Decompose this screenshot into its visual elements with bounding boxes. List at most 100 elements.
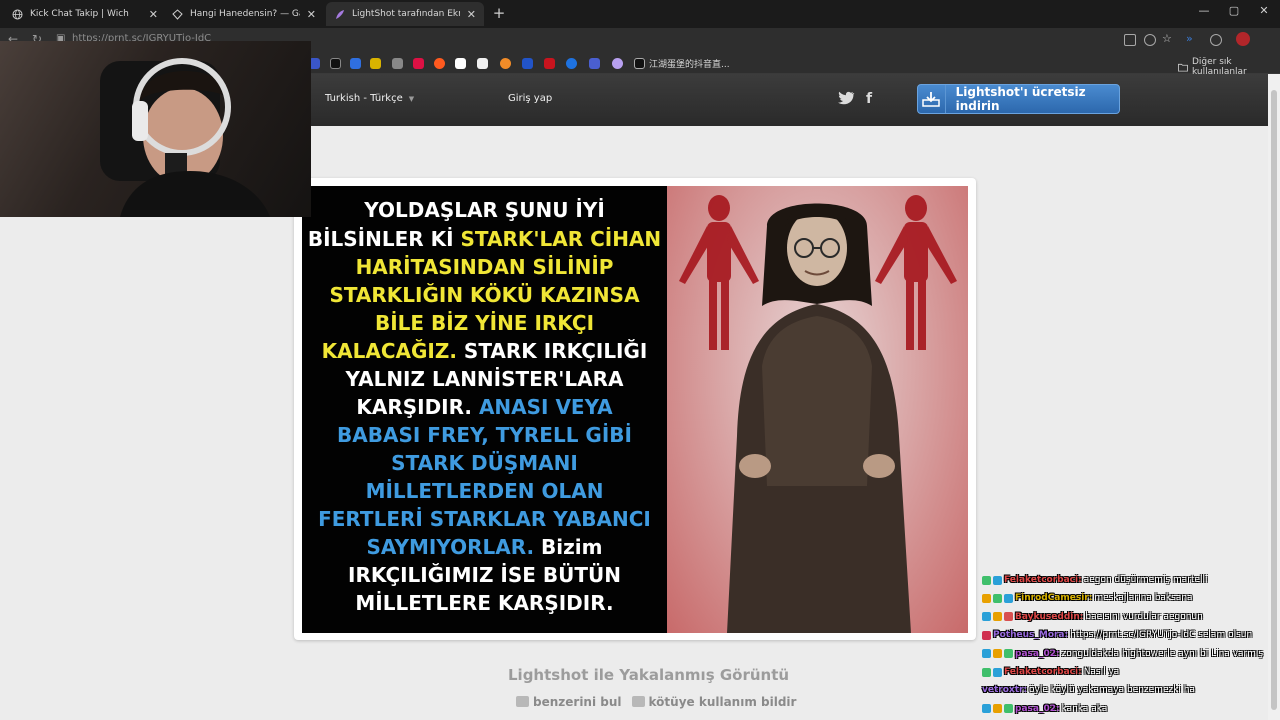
extension-icon[interactable]: » <box>1186 32 1193 45</box>
badge-icon <box>993 612 1002 622</box>
download-label: Lightshot'ı ücretsiz indirin <box>955 85 1086 113</box>
chat-username: pasa_02: <box>1015 703 1060 714</box>
meme-text-line: KARŞIDIR. ANASI VEYA <box>302 395 667 419</box>
sigil-icon <box>172 8 183 20</box>
bookmark-icon[interactable] <box>544 58 555 69</box>
badge-icon <box>993 593 1002 603</box>
chat-text: aegon düşürmemiş martelli <box>1083 575 1208 585</box>
meme-text-segment: Bizim <box>541 535 603 559</box>
close-tab-icon[interactable]: ✕ <box>307 8 316 21</box>
scrollbar-thumb[interactable] <box>1271 90 1277 710</box>
app-available-icon[interactable] <box>1124 34 1136 46</box>
bookmark-icon[interactable] <box>477 58 488 69</box>
badge-icon <box>1004 704 1013 714</box>
bookmark-icon[interactable] <box>350 58 361 69</box>
chat-text: öyle köylü yakamaya benzemezki ha <box>1029 685 1195 696</box>
facebook-icon[interactable]: f <box>866 91 872 107</box>
badge-icon <box>982 575 991 585</box>
feather-icon <box>334 9 345 20</box>
close-tab-icon[interactable]: ✕ <box>467 8 476 21</box>
minimize-button[interactable]: — <box>1194 4 1214 17</box>
badge-icon <box>1004 593 1013 603</box>
chat-username: pasa_02: <box>1015 648 1060 659</box>
meme-text-segment: STARKLIĞIN KÖKÜ KAZINSA <box>329 283 640 307</box>
badge-icon <box>982 704 991 714</box>
bookmark-icon[interactable] <box>566 58 577 69</box>
meme-text-segment: FERTLERİ STARKLAR YABANCI <box>318 507 651 531</box>
badge-icon <box>982 593 991 603</box>
meme-text-line: MİLLETLERE KARŞIDIR. <box>302 591 667 615</box>
bookmark-icon[interactable] <box>500 58 511 69</box>
zoom-icon[interactable] <box>1144 34 1156 46</box>
meme-text-segment: MİLLETLERE KARŞIDIR. <box>355 591 614 615</box>
bookmark-icon[interactable] <box>392 58 403 69</box>
reddit-bookmark-icon[interactable] <box>434 58 445 69</box>
new-tab-button[interactable]: + <box>489 3 509 23</box>
x-bookmark-icon[interactable] <box>330 58 341 69</box>
badge-icon <box>993 575 1002 585</box>
chat-username: Potheus_Mora: <box>993 630 1069 641</box>
find-similar-link[interactable]: benzerini bul <box>516 695 622 709</box>
meme-text-segment: BİLE BİZ YİNE IRKÇI <box>374 311 595 335</box>
chat-username: FinrodCamesir: <box>1015 593 1093 604</box>
meme-text-line: SAYMIYORLAR. Bizim <box>302 535 667 559</box>
badge-icon <box>982 612 991 622</box>
download-cloud-icon <box>918 85 946 113</box>
bookmark-icon[interactable] <box>522 58 533 69</box>
profile-avatar[interactable] <box>1236 32 1250 46</box>
close-window-button[interactable]: ✕ <box>1254 4 1274 17</box>
language-label: Turkish - Türkçe <box>325 93 403 104</box>
globe-icon <box>12 9 23 20</box>
meme-text-segment: BİLSİNLER Kİ <box>307 227 461 251</box>
bookmark-icon[interactable] <box>612 58 623 69</box>
meme-text-segment: YALNIZ LANNİSTER'LARA <box>345 367 624 391</box>
chat-username: Baykuseddin: <box>1015 611 1084 622</box>
meme-text-segment: BABASI FREY, TYRELL GİBİ <box>337 423 632 447</box>
tiktok-bookmark-icon[interactable] <box>634 58 645 69</box>
meme-text-line: YOLDAŞLAR ŞUNU İYİ <box>302 198 667 222</box>
badge-icon <box>982 649 991 659</box>
close-tab-icon[interactable]: ✕ <box>149 8 158 21</box>
meme-illustration <box>667 186 968 633</box>
tab-title: Kick Chat Takip | Wich <box>30 9 129 19</box>
download-button[interactable]: Lightshot'ı ücretsiz indirin <box>917 84 1120 114</box>
tab-hangi-hanedensin[interactable]: Hangi Hanedensin? — Game of Th ✕ <box>164 2 324 26</box>
chat-message: Felaketcorbaci: aegon düşürmemiş martelli <box>982 572 1208 588</box>
language-selector[interactable]: Turkish - Türkçe ▼ <box>325 93 414 104</box>
extensions-puzzle-icon[interactable] <box>1210 34 1222 46</box>
report-abuse-link[interactable]: kötüye kullanım bildir <box>631 695 796 709</box>
meme-text-segment: YOLDAŞLAR ŞUNU İYİ <box>364 198 605 222</box>
bookmark-icon[interactable] <box>413 58 424 69</box>
meme-text-segment: IRKÇILIĞIMIZ İSE BÜTÜN <box>348 563 621 587</box>
chat-text: baeısını vurdular aegonun <box>1085 611 1203 622</box>
badge-icon <box>1004 649 1013 659</box>
meme-text-segment: ANASI VEYA <box>478 395 613 419</box>
chat-text: meskajlarına baksana <box>1094 593 1193 604</box>
chat-message: vetroxtr: öyle köylü yakamaya benzemezki … <box>982 682 1195 698</box>
meme-text-line: BİLE BİZ YİNE IRKÇI <box>302 311 667 335</box>
meme-text-segment: KALACAĞIZ. <box>321 339 464 363</box>
login-link[interactable]: Giriş yap <box>508 93 552 104</box>
chevron-down-icon: ▼ <box>408 95 415 103</box>
meme-text-segment: KARŞIDIR. <box>356 395 479 419</box>
bookmark-icon[interactable] <box>589 58 600 69</box>
screenshot-image[interactable]: YOLDAŞLAR ŞUNU İYİ BİLSİNLER Kİ STARK'LAR… <box>294 178 976 640</box>
maximize-button[interactable]: ▢ <box>1224 4 1244 17</box>
meme-text-line: FERTLERİ STARKLAR YABANCI <box>302 507 667 531</box>
chat-message: pasa_02: zonguldakda hightowerle aynı bi … <box>982 646 1263 662</box>
tab-lightshot[interactable]: LightShot tarafından Ekran Görüntü ✕ <box>326 2 484 26</box>
badge-icon <box>993 667 1002 677</box>
meme-text-line: MİLLETLERDEN OLAN <box>302 479 667 503</box>
screen: Kick Chat Takip | Wich ✕ Hangi Hanedensi… <box>0 0 1280 720</box>
chat-text: kanka aka <box>1061 703 1108 714</box>
star-icon[interactable]: ☆ <box>1162 32 1172 45</box>
bookmark-icon[interactable] <box>455 58 466 69</box>
bookmark-label[interactable]: 江湖蛋堡的抖音直... <box>649 57 730 70</box>
tab-kick-chat[interactable]: Kick Chat Takip | Wich ✕ <box>4 2 166 26</box>
folder-icon <box>1178 63 1188 72</box>
meme-text-line: KALACAĞIZ. STARK IRKÇILIĞI <box>302 339 667 363</box>
meme-text-line: STARK DÜŞMANI <box>302 451 667 475</box>
chat-username: vetroxtr: <box>982 685 1028 696</box>
bookmark-icon[interactable] <box>370 58 381 69</box>
twitter-icon[interactable] <box>838 91 855 109</box>
